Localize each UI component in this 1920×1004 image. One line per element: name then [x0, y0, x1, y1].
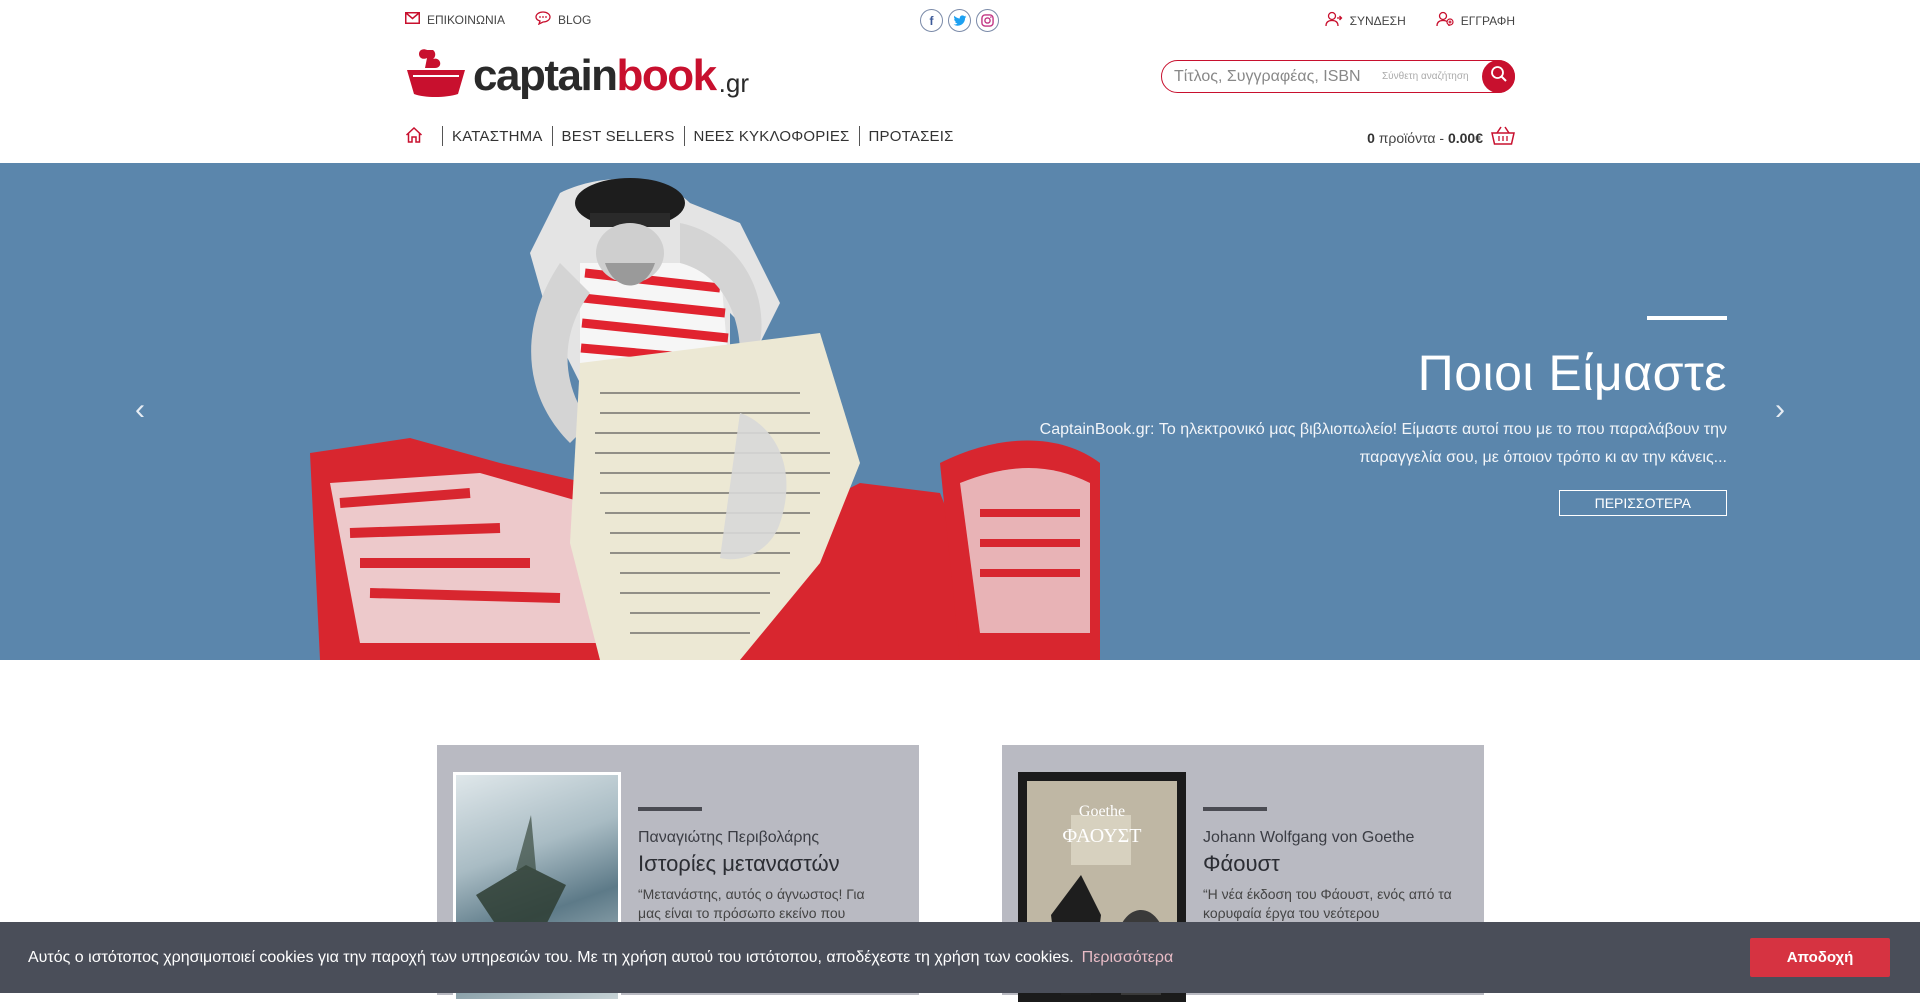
- basket-icon: [1491, 126, 1515, 149]
- contact-label: ΕΠΙΚΟΙΝΩΝΙΑ: [427, 12, 505, 27]
- hero-text: CaptainBook.gr: Το ηλεκτρονικό μας βιβλι…: [1039, 421, 1727, 466]
- nav-separator: [442, 126, 443, 146]
- book-author[interactable]: Johann Wolfgang von Goethe: [1203, 829, 1453, 847]
- mail-icon: [405, 12, 420, 27]
- header: captainbook .gr Σύνθετη αναζήτηση: [405, 40, 1515, 115]
- nav-item-new-releases[interactable]: ΝΕΕΣ ΚΥΚΛΟΦΟΡΙΕΣ: [694, 128, 850, 145]
- cookie-text: Αυτός ο ιστότοπος χρησιμοποιεί cookies γ…: [28, 948, 1074, 966]
- hero-next-arrow[interactable]: ›: [1775, 393, 1785, 427]
- book-title[interactable]: Φάουστ: [1203, 851, 1453, 877]
- user-icon: [1324, 11, 1343, 30]
- logo-text: captainbook: [473, 51, 717, 100]
- hero-title: Ποιοι Είμαστε: [1417, 345, 1727, 401]
- cover-title: ΦΑΟΥΣΤ: [1062, 825, 1142, 847]
- nav-separator: [858, 126, 860, 146]
- nav-item-best-sellers[interactable]: BEST SELLERS: [562, 128, 675, 145]
- logo-tld: .gr: [718, 68, 749, 98]
- cart-summary[interactable]: 0 προϊόντα - 0.00€: [1367, 126, 1515, 149]
- book-info: Παναγιώτης Περιβολάρης Ιστορίες μεταναστ…: [638, 807, 888, 923]
- book-quote: “Η νέα έκδοση του Φάουστ, ενός από τα κο…: [1203, 886, 1452, 921]
- nav-item-suggestions[interactable]: ΠΡΟΤΑΣΕΙΣ: [869, 128, 954, 145]
- hero-divider: [1647, 316, 1727, 320]
- hero-more-button[interactable]: ΠΕΡΙΣΣΟΤΕΡΑ: [1558, 490, 1727, 516]
- nav-menu: ΚΑΤΑΣΤΗΜΑ BEST SELLERS ΝΕΕΣ ΚΥΚΛΟΦΟΡΙΕΣ …: [405, 126, 954, 146]
- hero-prev-arrow[interactable]: ‹: [135, 393, 145, 427]
- nav-separator: [551, 126, 553, 146]
- blog-label: BLOG: [557, 12, 592, 27]
- advanced-search-link[interactable]: Σύνθετη αναζήτηση: [1382, 71, 1469, 82]
- home-icon[interactable]: [405, 126, 425, 146]
- site-logo[interactable]: captainbook .gr: [405, 46, 749, 98]
- register-label: ΕΓΓΡΑΦΗ: [1460, 13, 1515, 28]
- top-links: ΕΠΙΚΟΙΝΩΝΙΑ BLOG: [405, 11, 591, 28]
- chat-bubble-icon: [535, 11, 551, 28]
- search-icon: [1490, 65, 1508, 88]
- register-link[interactable]: ΕΓΓΡΑΦΗ: [1436, 11, 1515, 30]
- cookie-banner: Αυτός ο ιστότοπος χρησιμοποιεί cookies γ…: [0, 922, 1920, 993]
- hero-slider: ‹ › Ποιοι Είμαστε CaptainBook.gr: Το ηλε…: [0, 163, 1920, 660]
- book-divider: [1203, 807, 1267, 811]
- cookie-accept-button[interactable]: Αποδοχή: [1750, 938, 1890, 977]
- book-title[interactable]: Ιστορίες μεταναστών: [638, 851, 888, 877]
- search-input[interactable]: [1174, 67, 1374, 86]
- cookie-more-link[interactable]: Περισσότερα: [1082, 949, 1174, 967]
- hero-caption: Ποιοι Είμαστε CaptainBook.gr: Το ηλεκτρο…: [1007, 316, 1727, 516]
- book-quote: “Μετανάστης, αυτός ο άγνωστος! Για μας ε…: [638, 886, 865, 921]
- main-nav: ΚΑΤΑΣΤΗΜΑ BEST SELLERS ΝΕΕΣ ΚΥΚΛΟΦΟΡΙΕΣ …: [405, 115, 1515, 163]
- book-divider: [638, 807, 702, 811]
- book-author[interactable]: Παναγιώτης Περιβολάρης: [638, 829, 888, 847]
- account-links: ΣΥΝΔΕΣΗ ΕΓΓΡΑΦΗ: [1324, 11, 1515, 30]
- twitter-icon[interactable]: [948, 9, 971, 32]
- search-button[interactable]: [1482, 60, 1515, 93]
- cover-author: Goethe: [1078, 803, 1126, 820]
- nav-item-store[interactable]: ΚΑΤΑΣΤΗΜΑ: [452, 128, 543, 145]
- blog-link[interactable]: BLOG: [535, 11, 591, 28]
- top-bar: ΕΠΙΚΟΙΝΩΝΙΑ BLOG f ΣΥΝΔΕΣΗ ΕΓΓΡΑΦΗ: [405, 0, 1515, 40]
- facebook-icon[interactable]: f: [920, 9, 943, 32]
- nav-separator: [683, 126, 685, 146]
- login-label: ΣΥΝΔΕΣΗ: [1349, 13, 1406, 28]
- book-info: Johann Wolfgang von Goethe Φάουστ “Η νέα…: [1203, 807, 1453, 923]
- contact-link[interactable]: ΕΠΙΚΟΙΝΩΝΙΑ: [405, 11, 505, 28]
- social-links: f: [920, 9, 999, 32]
- cart-text: 0 προϊόντα - 0.00€: [1367, 129, 1483, 146]
- search-bar: Σύνθετη αναζήτηση: [1161, 60, 1515, 93]
- login-link[interactable]: ΣΥΝΔΕΣΗ: [1324, 11, 1406, 30]
- instagram-icon[interactable]: [976, 9, 999, 32]
- logo-boat-icon: [405, 46, 467, 98]
- add-user-icon: [1436, 11, 1454, 30]
